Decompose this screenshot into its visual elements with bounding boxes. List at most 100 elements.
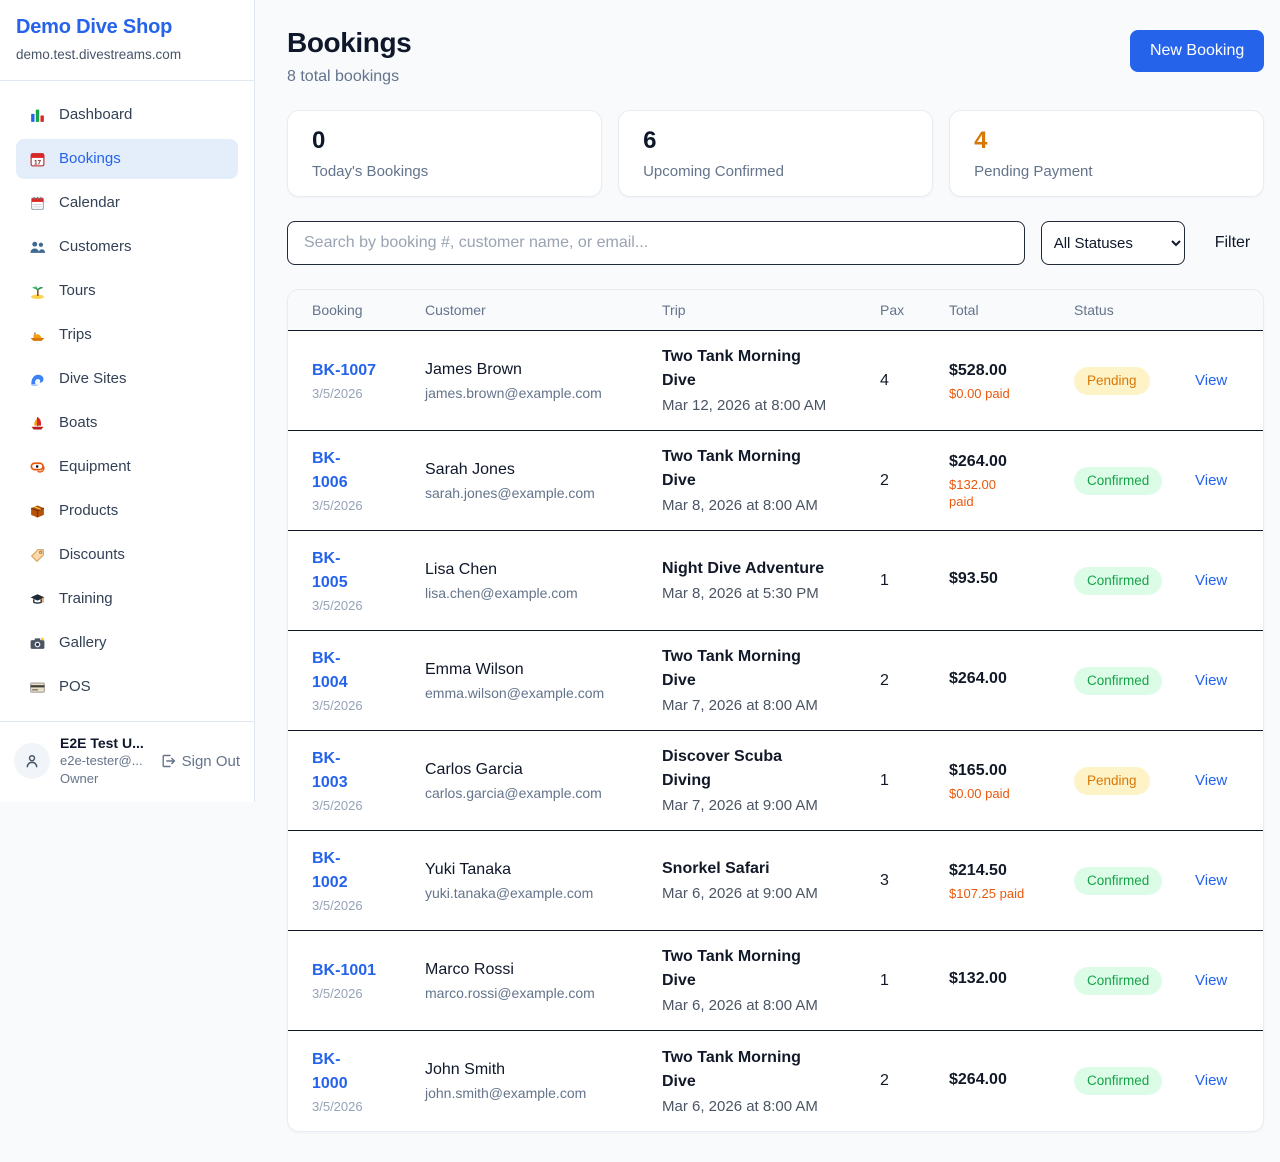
trip-datetime: Mar 6, 2026 at 9:00 AM [662, 884, 868, 904]
paid-amount: $0.00 paid [949, 785, 1062, 802]
status-badge: Confirmed [1074, 1067, 1162, 1095]
total-amount: $264.00 [949, 668, 1062, 690]
sidebar-item-equipment[interactable]: Equipment [16, 447, 238, 487]
sidebar-item-trips[interactable]: Trips [16, 315, 238, 355]
pax-count: 1 [880, 572, 949, 590]
sign-out-button[interactable]: Sign Out [160, 753, 240, 770]
customer-email: marco.rossi@example.com [425, 984, 650, 1003]
view-link[interactable]: View [1195, 672, 1227, 689]
sidebar: Demo Dive Shop demo.test.divestreams.com… [0, 0, 255, 802]
customer-email: yuki.tanaka@example.com [425, 884, 650, 903]
calendar-icon [28, 194, 46, 212]
customer-name: Lisa Chen [425, 559, 650, 581]
column-header-pax: Pax [880, 302, 949, 318]
sidebar-item-customers[interactable]: Customers [16, 227, 238, 267]
trip-datetime: Mar 7, 2026 at 9:00 AM [662, 796, 868, 816]
stat-value: 6 [643, 125, 908, 157]
person-icon [23, 752, 41, 770]
brand-name: Demo Dive Shop [16, 14, 238, 40]
trip-datetime: Mar 7, 2026 at 8:00 AM [662, 696, 868, 716]
paid-amount: $107.25 paid [949, 885, 1062, 902]
status-select[interactable]: All Statuses [1041, 221, 1185, 265]
stat-card-pending-payment: 4 Pending Payment [949, 110, 1264, 197]
booking-link[interactable]: BK- 1003 [312, 747, 413, 795]
sidebar-item-gallery[interactable]: Gallery [16, 623, 238, 663]
search-input[interactable] [287, 221, 1025, 265]
table-row: BK-1001 3/5/2026 Marco Rossi marco.rossi… [288, 931, 1263, 1031]
booking-link[interactable]: BK- 1004 [312, 647, 413, 695]
table-row: BK- 1006 3/5/2026 Sarah Jones sarah.jone… [288, 431, 1263, 531]
sidebar-item-products[interactable]: Products [16, 491, 238, 531]
camera-icon [28, 634, 46, 652]
view-link[interactable]: View [1195, 1072, 1227, 1089]
new-booking-button[interactable]: New Booking [1130, 30, 1264, 72]
sidebar-item-discounts[interactable]: Discounts [16, 535, 238, 575]
user-info: E2E Test U... e2e-tester@... Owner [60, 734, 150, 788]
customer-name: Sarah Jones [425, 459, 650, 481]
status-badge: Confirmed [1074, 967, 1162, 995]
trip-name: Two Tank Morning Dive [662, 345, 868, 393]
trip-datetime: Mar 8, 2026 at 5:30 PM [662, 584, 868, 604]
pax-count: 4 [880, 372, 949, 390]
trip-datetime: Mar 6, 2026 at 8:00 AM [662, 996, 868, 1016]
column-header-booking: Booking [312, 302, 425, 318]
sign-out-label: Sign Out [182, 753, 240, 770]
people-icon [28, 238, 46, 256]
customer-email: carlos.garcia@example.com [425, 784, 650, 803]
table-row: BK- 1003 3/5/2026 Carlos Garcia carlos.g… [288, 731, 1263, 831]
view-link[interactable]: View [1195, 472, 1227, 489]
trip-name: Two Tank Morning Dive [662, 1046, 868, 1094]
stat-label: Upcoming Confirmed [643, 161, 908, 182]
filter-button[interactable]: Filter [1201, 234, 1265, 252]
view-link[interactable]: View [1195, 372, 1227, 389]
pax-count: 3 [880, 872, 949, 890]
booking-link[interactable]: BK-1007 [312, 359, 413, 383]
sidebar-item-training[interactable]: Training [16, 579, 238, 619]
view-link[interactable]: View [1195, 972, 1227, 989]
sidebar-item-calendar[interactable]: Calendar [16, 183, 238, 223]
view-link[interactable]: View [1195, 772, 1227, 789]
total-amount: $528.00 [949, 360, 1062, 382]
customer-name: Emma Wilson [425, 659, 650, 681]
customer-name: James Brown [425, 359, 650, 381]
view-link[interactable]: View [1195, 872, 1227, 889]
booking-date: 3/5/2026 [312, 985, 413, 1002]
trip-datetime: Mar 8, 2026 at 8:00 AM [662, 496, 868, 516]
sidebar-item-bookings[interactable]: 17 Bookings [16, 139, 238, 179]
palm-tree-icon [28, 282, 46, 300]
user-name: E2E Test U... [60, 734, 150, 752]
booking-link[interactable]: BK-1001 [312, 959, 413, 983]
customer-email: john.smith@example.com [425, 1084, 650, 1103]
table-header-row: Booking Customer Trip Pax Total Status [288, 290, 1263, 331]
trip-name: Discover Scuba Diving [662, 745, 868, 793]
trip-name: Two Tank Morning Dive [662, 445, 868, 493]
booking-link[interactable]: BK- 1002 [312, 847, 413, 895]
customer-name: John Smith [425, 1059, 650, 1081]
pax-count: 2 [880, 472, 949, 490]
booking-link[interactable]: BK- 1005 [312, 547, 413, 595]
trip-name: Snorkel Safari [662, 857, 868, 881]
sidebar-item-dashboard[interactable]: Dashboard [16, 95, 238, 135]
trip-datetime: Mar 12, 2026 at 8:00 AM [662, 396, 868, 416]
column-header-total: Total [949, 302, 1074, 318]
total-amount: $264.00 [949, 451, 1062, 473]
booking-date: 3/5/2026 [312, 797, 413, 814]
sidebar-item-dive-sites[interactable]: Dive Sites [16, 359, 238, 399]
customer-name: Yuki Tanaka [425, 859, 650, 881]
sidebar-item-pos[interactable]: POS [16, 667, 238, 707]
customer-email: james.brown@example.com [425, 384, 650, 403]
user-email: e2e-tester@... [60, 752, 150, 770]
view-link[interactable]: View [1195, 572, 1227, 589]
speedboat-icon [28, 326, 46, 344]
booking-link[interactable]: BK- 1000 [312, 1048, 413, 1096]
sidebar-item-boats[interactable]: Boats [16, 403, 238, 443]
booking-date: 3/5/2026 [312, 385, 413, 402]
booking-link[interactable]: BK- 1006 [312, 447, 413, 495]
app: Demo Dive Shop demo.test.divestreams.com… [0, 0, 1280, 1162]
booking-date: 3/5/2026 [312, 497, 413, 514]
customer-name: Marco Rossi [425, 959, 650, 981]
column-header-status: Status [1074, 302, 1195, 318]
stat-value: 4 [974, 125, 1239, 157]
page-subtitle: 8 total bookings [287, 66, 411, 88]
sidebar-item-tours[interactable]: Tours [16, 271, 238, 311]
